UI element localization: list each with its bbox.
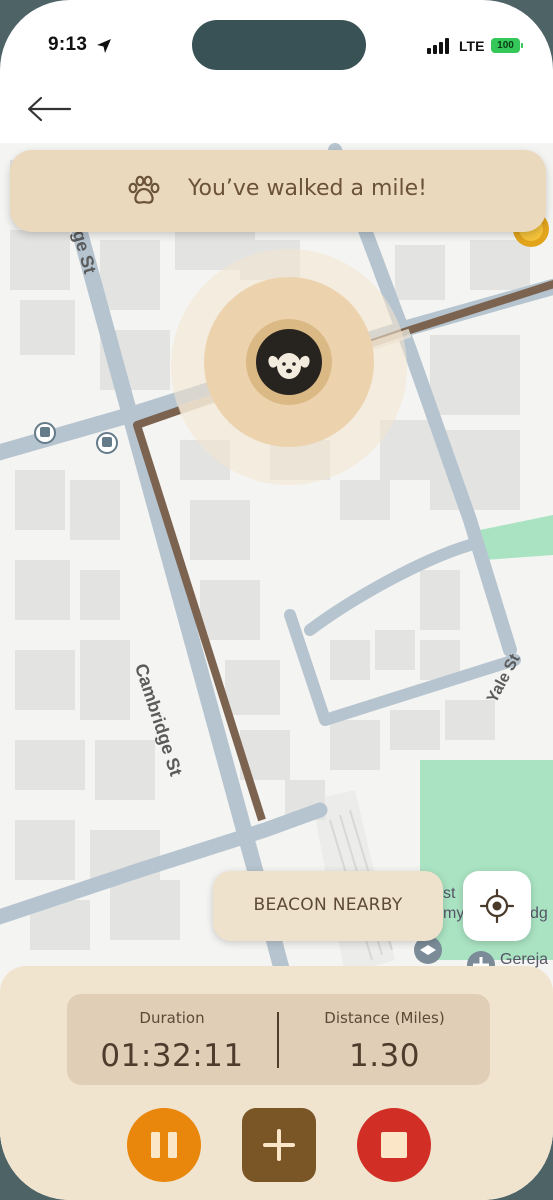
milestone-toast: You’ve walked a mile! (10, 150, 546, 232)
duration-label: Duration (139, 1009, 205, 1027)
network-type: LTE (459, 38, 485, 54)
map-label-clipped: st (443, 885, 456, 902)
dynamic-island (192, 20, 366, 70)
pet-location-marker (171, 249, 407, 485)
locate-button[interactable] (463, 871, 531, 941)
plus-icon (263, 1129, 295, 1161)
pause-button[interactable] (127, 1108, 201, 1182)
beacon-label: BEACON NEARBY (253, 895, 403, 915)
stop-button[interactable] (357, 1108, 431, 1182)
add-button[interactable] (242, 1108, 316, 1182)
duration-value: 01:32:11 (100, 1038, 244, 1074)
toast-message: You’ve walked a mile! (188, 176, 427, 201)
bus-stop-icon (34, 422, 56, 444)
pause-icon (151, 1132, 177, 1158)
status-time: 9:13 (48, 34, 88, 55)
walk-control-panel: Duration 01:32:11 Distance (Miles) 1.30 (0, 966, 553, 1200)
status-bar: 9:13 LTE 100 (0, 0, 553, 90)
battery-icon: 100 (491, 38, 523, 53)
walk-stats-card: Duration 01:32:11 Distance (Miles) 1.30 (67, 994, 490, 1085)
paw-icon (128, 175, 160, 204)
crosshair-icon (479, 888, 515, 924)
stop-icon (381, 1132, 407, 1158)
park-area (480, 515, 553, 560)
distance-value: 1.30 (348, 1038, 421, 1074)
map-label-clipped: dg (530, 905, 548, 922)
phone-screen: 9:13 LTE 100 Cambridge St Yale St ge St … (0, 0, 553, 1200)
location-arrow-icon (97, 39, 111, 53)
beacon-nearby-button[interactable]: BEACON NEARBY (213, 871, 443, 941)
map-label-clipped: my (443, 905, 465, 922)
cellular-signal-icon (427, 38, 453, 54)
distance-label: Distance (Miles) (324, 1009, 445, 1027)
bus-stop-icon (96, 432, 118, 454)
arrow-left-icon[interactable] (26, 92, 72, 126)
